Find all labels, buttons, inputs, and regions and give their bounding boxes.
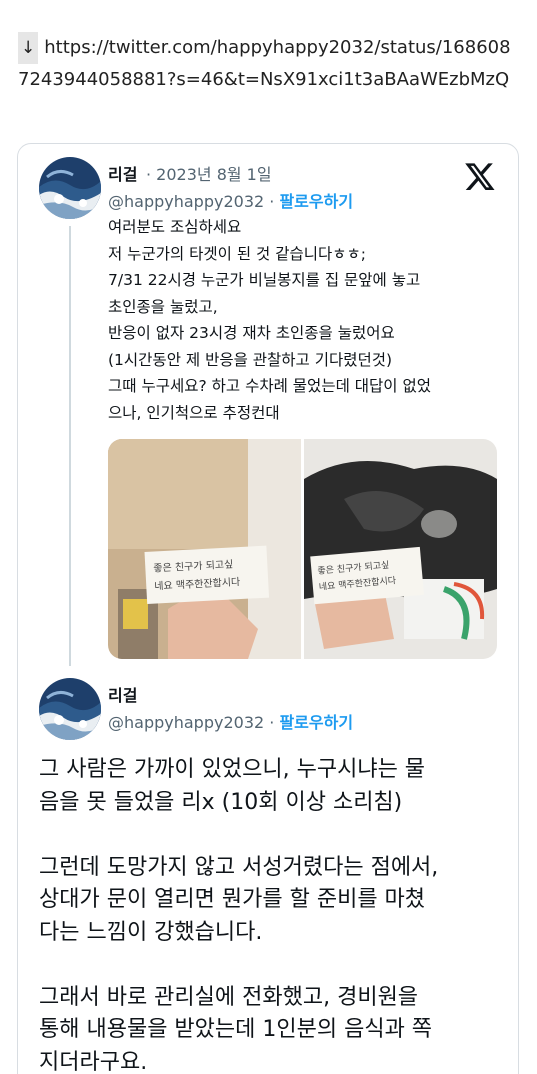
tweet-line: 그런데 도망가지 않고 서성거렸다는 점에서, <box>39 854 439 880</box>
thread-connector <box>69 226 71 666</box>
tweet-line: (1시간동안 제 반응을 관찰하고 기다렸던것) <box>108 350 393 369</box>
tweet-line: 그때 누구세요? 하고 수차례 물었는데 대답이 없었 <box>108 377 431 395</box>
author-handle[interactable]: @happyhappy2032 <box>108 713 264 732</box>
tweet-line: 저 누군가의 타겟이 된 것 같습니다ㅎㅎ; <box>108 244 367 263</box>
tweet-line: 여러분도 조심하세요 <box>108 218 242 236</box>
tweet-line: 다는 느낌이 강했습니다. <box>39 919 263 945</box>
separator-dot: · <box>269 192 275 211</box>
tweet-line: 음을 못 들었을 리x (10회 이상 소리침) <box>39 789 403 815</box>
tweet-body-large: 그 사람은 가까이 있었으니, 누구시냐는 물 음을 못 들었을 리x (10회… <box>39 754 509 1074</box>
tweet-url[interactable]: https://twitter.com/happyhappy2032/statu… <box>18 37 511 90</box>
download-arrow-icon: ↓ <box>18 32 39 64</box>
x-logo-icon[interactable] <box>464 160 496 192</box>
tweet-photos[interactable]: 좋은 친구가 되고싶 네요 맥주한잔합시다 좋은 친구가 되고싶 네요 맥주한잔… <box>108 439 497 659</box>
follow-button[interactable]: 팔로우하기 <box>279 192 353 211</box>
photo-note-in-hand[interactable]: 좋은 친구가 되고싶 네요 맥주한잔합시다 <box>108 439 301 659</box>
photo-plastic-bag[interactable]: 좋은 친구가 되고싶 네요 맥주한잔합시다 <box>304 439 497 659</box>
follow-button[interactable]: 팔로우하기 <box>279 713 353 732</box>
tweet-line: 반응이 없자 23시경 재차 초인종을 눌렀어요 <box>108 324 395 342</box>
tweet-line: 통해 내용물을 받았는데 1인분의 음식과 쪽 <box>39 1017 433 1042</box>
tweet-line: 7/31 22시경 누군가 비닐봉지를 집 문앞에 놓고 <box>108 271 421 289</box>
author-handle-row: @happyhappy2032 · 팔로우하기 <box>108 709 353 733</box>
separator-dot: · <box>269 713 275 732</box>
tweet-line: 상대가 문이 열리면 뭔가를 할 준비를 마쳤 <box>39 887 426 912</box>
tweet-line: 지더라구요. <box>39 1049 148 1074</box>
tweet-line: 으나, 인기척으로 추정컨대 <box>108 403 280 422</box>
share-link[interactable]: ↓ https://twitter.com/happyhappy2032/stat… <box>18 32 518 96</box>
tweet-body: 여러분도 조심하세요 저 누군가의 타겟이 된 것 같습니다ㅎㅎ; 7/31 2… <box>108 214 508 426</box>
avatar[interactable] <box>39 678 101 740</box>
tweet-embed-card[interactable]: 리걸 · 2023년 8월 1일 @happyhappy2032 · 팔로우하기… <box>17 143 519 1074</box>
tweet-date[interactable]: · 2023년 8월 1일 <box>146 161 272 185</box>
tweet-line: 그 사람은 가까이 있었으니, 누구시냐는 물 <box>39 757 426 782</box>
tweet-line: 그래서 바로 관리실에 전화했고, 경비원을 <box>39 984 419 1010</box>
avatar[interactable] <box>39 157 101 219</box>
author-handle[interactable]: @happyhappy2032 <box>108 192 264 211</box>
author-handle-row: @happyhappy2032 · 팔로우하기 <box>108 188 353 212</box>
author-name[interactable]: 리걸 <box>108 161 137 185</box>
author-name[interactable]: 리걸 <box>108 682 137 706</box>
tweet-line: 초인종을 눌렀고, <box>108 297 218 316</box>
